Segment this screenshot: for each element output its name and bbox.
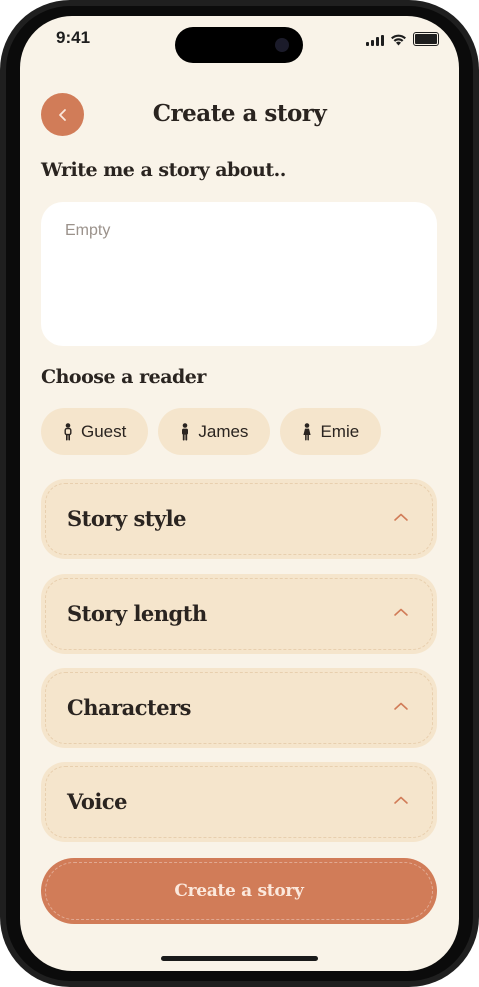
reader-chip-label: James: [198, 421, 249, 441]
section-label: Story length: [67, 601, 207, 626]
story-prompt-input[interactable]: [41, 202, 437, 346]
reader-options: Guest James Emie: [41, 408, 382, 455]
status-time: 9:41: [56, 28, 91, 47]
create-story-button[interactable]: Create a story: [41, 858, 437, 924]
reader-chip-label: Emie: [320, 421, 360, 441]
reader-chip-label: Guest: [81, 421, 127, 441]
girl-figure-icon: [303, 422, 312, 440]
reader-heading: Choose a reader: [41, 366, 206, 388]
chevron-up-icon: [394, 796, 408, 804]
reader-chip-emie[interactable]: Emie: [280, 408, 382, 455]
create-story-label: Create a story: [174, 881, 304, 901]
story-style-section[interactable]: Story style: [41, 479, 437, 559]
prompt-heading: Write me a story about..: [41, 159, 286, 181]
cellular-signal-icon: [366, 35, 384, 46]
dynamic-island: [175, 27, 303, 63]
section-label: Story style: [67, 506, 187, 531]
wifi-icon: [391, 34, 406, 46]
chevron-up-icon: [394, 702, 408, 710]
story-length-section[interactable]: Story length: [41, 574, 437, 654]
prompt-card: [41, 202, 437, 346]
section-label: Characters: [67, 695, 192, 720]
section-label: Voice: [67, 789, 128, 814]
home-indicator[interactable]: [161, 956, 318, 961]
battery-icon: [413, 32, 439, 46]
app-screen: 9:41 Create a story Write me a story abo…: [20, 16, 459, 971]
reader-chip-james[interactable]: James: [158, 408, 271, 455]
reader-chip-guest[interactable]: Guest: [41, 408, 149, 455]
chevron-up-icon: [394, 608, 408, 616]
page-title: Create a story: [152, 100, 327, 127]
phone-frame: 9:41 Create a story Write me a story abo…: [0, 0, 479, 987]
characters-section[interactable]: Characters: [41, 668, 437, 748]
child-figure-icon: [64, 422, 72, 440]
boy-figure-icon: [182, 422, 189, 440]
camera-icon: [275, 38, 289, 52]
voice-section[interactable]: Voice: [41, 762, 437, 842]
chevron-up-icon: [394, 513, 408, 521]
status-icons: [366, 32, 439, 46]
